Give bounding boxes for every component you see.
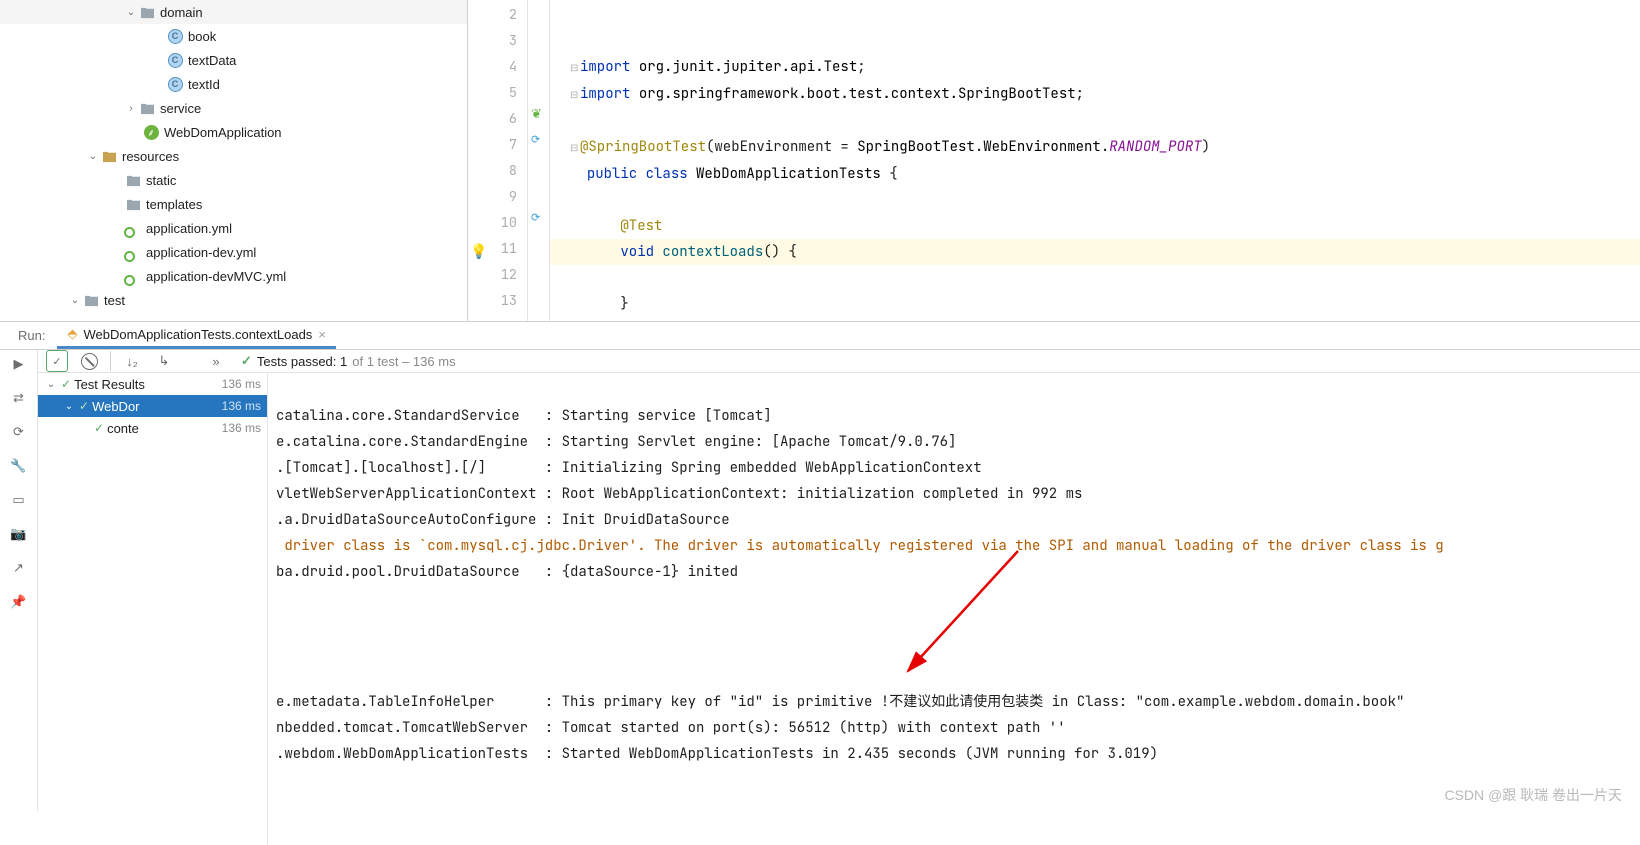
yaml-icon bbox=[124, 219, 142, 237]
run-tab-active[interactable]: ⬘ WebDomApplicationTests.contextLoads × bbox=[57, 322, 335, 349]
chevron-right-icon: › bbox=[124, 103, 138, 114]
rerun-button[interactable]: ▶ bbox=[9, 354, 29, 374]
run-left-toolbar: ▶ ⇄ ⟳ 🔧 ▭ 📷 ↗ 📌 bbox=[0, 350, 38, 811]
tree-file-yml1[interactable]: application.yml bbox=[0, 216, 467, 240]
settings-button[interactable]: 🔧 bbox=[9, 456, 29, 476]
tree-file-yml3[interactable]: application-devMVC.yml bbox=[0, 264, 467, 288]
tree-label: test bbox=[104, 293, 125, 308]
toggle-button[interactable]: ⇄ bbox=[9, 388, 29, 408]
yaml-icon bbox=[124, 243, 142, 261]
camera-button[interactable]: 📷 bbox=[9, 524, 29, 544]
package-icon bbox=[138, 99, 156, 117]
test-root-node[interactable]: ⌄ ✓ Test Results 136 ms bbox=[38, 373, 267, 395]
tree-folder-service[interactable]: › service bbox=[0, 96, 467, 120]
show-ignored-toggle[interactable] bbox=[78, 350, 100, 372]
check-icon: ✓ bbox=[61, 377, 71, 391]
spring-icon: ⸙ bbox=[142, 123, 160, 141]
stop-button[interactable]: ⟳ bbox=[9, 422, 29, 442]
tree-file-yml2[interactable]: application-dev.yml bbox=[0, 240, 467, 264]
tree-label: WebDomApplication bbox=[164, 125, 282, 140]
line-number-gutter: 2345678910111213 bbox=[468, 0, 528, 321]
show-passed-toggle[interactable]: ✓ bbox=[46, 350, 68, 372]
tree-app-class[interactable]: ⸙ WebDomApplication bbox=[0, 120, 467, 144]
tree-label: domain bbox=[160, 5, 203, 20]
check-icon: ✓ bbox=[241, 353, 252, 369]
resources-folder-icon bbox=[100, 147, 118, 165]
tree-label: application-devMVC.yml bbox=[146, 269, 286, 284]
intention-bulb-icon[interactable]: 💡 bbox=[470, 239, 487, 265]
separator bbox=[110, 351, 111, 371]
project-tree[interactable]: ⌄ domain C book C textData C textId › se… bbox=[0, 0, 468, 321]
more-button[interactable]: » bbox=[205, 350, 227, 372]
yaml-icon bbox=[124, 267, 142, 285]
folder-icon bbox=[82, 291, 100, 309]
run-tab-name: WebDomApplicationTests.contextLoads bbox=[83, 327, 312, 342]
check-icon: ✓ bbox=[94, 421, 104, 435]
tree-folder-domain[interactable]: ⌄ domain bbox=[0, 0, 467, 24]
run-test-icon[interactable]: ⟳ bbox=[531, 211, 540, 224]
chevron-down-icon: ⌄ bbox=[124, 7, 138, 18]
tree-label: textId bbox=[188, 77, 220, 92]
chevron-down-icon: ⌄ bbox=[62, 401, 76, 412]
class-icon: C bbox=[166, 27, 184, 45]
chevron-down-icon: ⌄ bbox=[68, 295, 82, 306]
folder-icon bbox=[124, 171, 142, 189]
tree-class-book[interactable]: C book bbox=[0, 24, 467, 48]
run-test-icon[interactable]: ⟳ bbox=[531, 133, 540, 146]
tree-label: book bbox=[188, 29, 216, 44]
chevron-down-icon: ⌄ bbox=[86, 151, 100, 162]
tree-folder-resources[interactable]: ⌄ resources bbox=[0, 144, 467, 168]
package-icon bbox=[138, 3, 156, 21]
tree-class-textdata[interactable]: C textData bbox=[0, 48, 467, 72]
test-method-node[interactable]: ✓ conte 136 ms bbox=[38, 417, 267, 439]
code-editor[interactable]: 2345678910111213 ❦ ⟳ ⟳ ⊟import org.junit… bbox=[468, 0, 1640, 321]
test-class-node[interactable]: ⌄ ✓ WebDor 136 ms bbox=[38, 395, 267, 417]
tree-label: textData bbox=[188, 53, 236, 68]
sort-button[interactable]: ↓₂ bbox=[121, 350, 143, 372]
export-button[interactable]: ↗ bbox=[9, 558, 29, 578]
class-icon: C bbox=[166, 51, 184, 69]
tree-label: application-dev.yml bbox=[146, 245, 256, 260]
code-area[interactable]: ⊟import org.junit.jupiter.api.Test;⊟impo… bbox=[550, 0, 1640, 321]
tree-label: templates bbox=[146, 197, 202, 212]
test-config-icon: ⬘ bbox=[67, 326, 77, 342]
class-icon: C bbox=[166, 75, 184, 93]
console-output[interactable]: catalina.core.StandardService : Starting… bbox=[268, 373, 1640, 845]
expand-button[interactable]: ↳ bbox=[153, 350, 175, 372]
test-results-tree[interactable]: ⌄ ✓ Test Results 136 ms ⌄ ✓ WebDor 136 m… bbox=[38, 373, 268, 845]
tree-class-textid[interactable]: C textId bbox=[0, 72, 467, 96]
close-icon[interactable]: × bbox=[318, 327, 326, 342]
chevron-down-icon: ⌄ bbox=[44, 379, 58, 390]
tree-label: application.yml bbox=[146, 221, 232, 236]
pin-button[interactable]: 📌 bbox=[9, 592, 29, 612]
watermark-text: CSDN @跟 耿瑞 卷出一片天 bbox=[1444, 785, 1622, 805]
tree-label: resources bbox=[122, 149, 179, 164]
run-label: Run: bbox=[18, 328, 45, 343]
tests-passed-status: ✓ Tests passed: 1 of 1 test – 136 ms bbox=[241, 353, 456, 369]
tree-label: service bbox=[160, 101, 201, 116]
layout-button[interactable]: ▭ bbox=[9, 490, 29, 510]
tree-label: static bbox=[146, 173, 176, 188]
check-icon: ✓ bbox=[79, 399, 89, 413]
tree-folder-test[interactable]: ⌄ test bbox=[0, 288, 467, 312]
folder-icon bbox=[124, 195, 142, 213]
tree-folder-templates[interactable]: templates bbox=[0, 192, 467, 216]
tree-folder-static[interactable]: static bbox=[0, 168, 467, 192]
spring-leaf-icon: ❦ bbox=[531, 106, 542, 122]
gutter-annotations: ❦ ⟳ ⟳ bbox=[528, 0, 550, 321]
